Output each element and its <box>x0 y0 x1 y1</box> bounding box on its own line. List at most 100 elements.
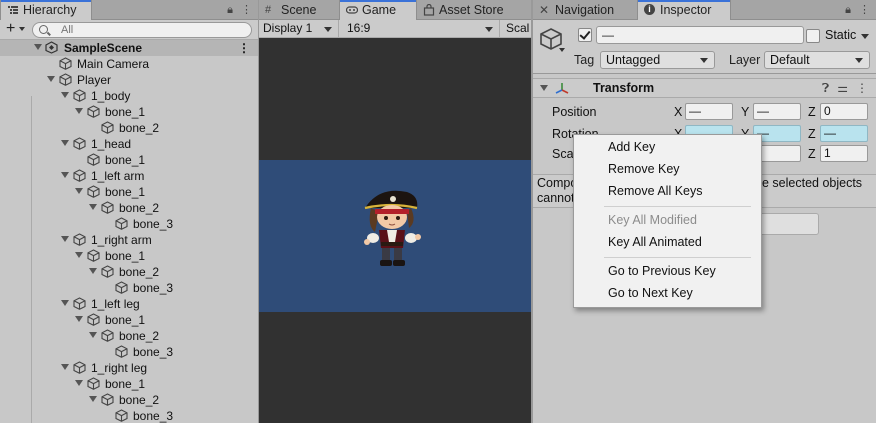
gameobject-cube-icon <box>115 345 128 358</box>
expand-arrow-icon[interactable] <box>89 332 97 338</box>
expand-arrow-icon[interactable] <box>61 364 69 370</box>
hierarchy-item[interactable]: 1_body <box>0 88 258 104</box>
tab-inspector-label: Inspector <box>660 3 712 17</box>
component-controls: ❓︎ ⚌ ⋮ <box>814 81 868 96</box>
add-object-button[interactable]: + <box>6 21 15 37</box>
hierarchy-item[interactable]: bone_3 <box>0 280 258 296</box>
expand-arrow-icon[interactable] <box>75 380 83 386</box>
expand-arrow-icon[interactable] <box>61 92 69 98</box>
expand-arrow-icon[interactable] <box>61 172 69 178</box>
menu-item-key-all-modified: Key All Modified <box>608 213 697 227</box>
expand-arrow-icon[interactable] <box>61 236 69 242</box>
tag-dropdown[interactable]: Untagged <box>600 51 715 69</box>
hierarchy-item[interactable]: 1_left arm <box>0 168 258 184</box>
menu-item-add-key[interactable]: Add Key <box>608 137 655 157</box>
hierarchy-item[interactable]: bone_2 <box>0 200 258 216</box>
gameobject-cube-icon <box>101 329 114 342</box>
axis-z-label: Z <box>808 105 816 119</box>
position-z-field[interactable]: 0 <box>820 103 868 120</box>
gameobject-cube-icon <box>73 361 86 374</box>
tab-scene[interactable]: # Scene <box>259 0 339 20</box>
menu-item-go-previous-key[interactable]: Go to Previous Key <box>608 261 716 281</box>
hierarchy-item[interactable]: Main Camera <box>0 56 258 72</box>
hierarchy-item[interactable]: 1_right leg <box>0 360 258 376</box>
hierarchy-item[interactable]: bone_1 <box>0 376 258 392</box>
scene-menu-icon[interactable]: ⋮ <box>238 40 250 56</box>
display-dropdown[interactable]: Display 1 <box>259 20 339 38</box>
game-viewport[interactable] <box>259 38 531 423</box>
tab-hierarchy[interactable]: Hierarchy <box>0 0 92 21</box>
menu-item-go-next-key[interactable]: Go to Next Key <box>608 283 693 303</box>
keyframe-context-menu: Add Key Remove Key Remove All Keys Key A… <box>573 134 762 308</box>
object-name-field[interactable]: — <box>596 26 804 44</box>
scale-slider-label[interactable]: Scal <box>502 20 531 38</box>
menu-item-key-all-animated[interactable]: Key All Animated <box>608 232 702 252</box>
expand-arrow-icon[interactable] <box>75 188 83 194</box>
hierarchy-search[interactable] <box>32 22 252 38</box>
tab-inspector[interactable]: i Inspector <box>637 0 731 21</box>
kebab-menu-icon[interactable]: ⋮ <box>241 4 252 16</box>
hierarchy-item-label: Main Camera <box>77 57 150 71</box>
hierarchy-item[interactable]: bone_3 <box>0 216 258 232</box>
scene-row[interactable]: SampleScene ⋮ <box>0 40 258 56</box>
expand-arrow-icon[interactable] <box>89 268 97 274</box>
help-icon[interactable]: ❓︎ <box>822 81 829 95</box>
expand-arrow-icon[interactable] <box>61 140 69 146</box>
hierarchy-item[interactable]: bone_2 <box>0 120 258 136</box>
fold-arrow-icon[interactable] <box>540 85 548 91</box>
gameobject-cube-icon <box>73 169 86 182</box>
static-checkbox[interactable] <box>806 29 820 43</box>
tab-game-label: Game <box>362 3 397 17</box>
rotation-z-field[interactable]: — <box>820 125 868 142</box>
kebab-menu-icon[interactable]: ⋮ <box>856 81 868 95</box>
active-checkbox[interactable] <box>578 28 592 42</box>
hierarchy-item[interactable]: bone_1 <box>0 184 258 200</box>
tab-navigation[interactable]: ✕ Navigation <box>533 0 637 20</box>
hierarchy-item[interactable]: bone_1 <box>0 248 258 264</box>
hierarchy-item[interactable]: bone_3 <box>0 408 258 423</box>
hierarchy-item[interactable]: bone_1 <box>0 104 258 120</box>
hierarchy-item[interactable]: bone_1 <box>0 152 258 168</box>
layer-dropdown[interactable]: Default <box>764 51 870 69</box>
scale-z-field[interactable]: 1 <box>820 145 868 162</box>
hierarchy-item[interactable]: 1_head <box>0 136 258 152</box>
hierarchy-item[interactable]: bone_2 <box>0 328 258 344</box>
position-x-field[interactable]: — <box>685 103 733 120</box>
hierarchy-item[interactable]: Player <box>0 72 258 88</box>
transform-header[interactable]: Transform ❓︎ ⚌ ⋮ <box>533 78 876 98</box>
transform-title: Transform <box>593 81 655 95</box>
icon-dropdown-caret-icon[interactable] <box>559 48 565 52</box>
gameobject-cube-icon <box>101 393 114 406</box>
expand-arrow-icon[interactable] <box>75 252 83 258</box>
grid-hash-icon: # <box>265 4 272 16</box>
tab-game[interactable]: Game <box>339 0 417 21</box>
hierarchy-item[interactable]: 1_right arm <box>0 232 258 248</box>
expand-arrow-icon[interactable] <box>75 316 83 322</box>
menu-item-remove-all-keys[interactable]: Remove All Keys <box>608 181 702 201</box>
aspect-dropdown[interactable]: 16:9 <box>343 20 500 38</box>
chevron-down-icon <box>485 27 493 32</box>
expand-arrow-icon[interactable] <box>89 396 97 402</box>
hierarchy-search-input[interactable] <box>61 23 241 37</box>
hierarchy-item[interactable]: 1_left leg <box>0 296 258 312</box>
add-dropdown-caret-icon[interactable] <box>19 27 25 31</box>
expand-arrow-icon[interactable] <box>34 44 42 50</box>
expand-arrow-icon[interactable] <box>89 204 97 210</box>
lock-icon[interactable]: 🔒︎ <box>227 4 233 16</box>
position-y-field[interactable]: — <box>753 103 801 120</box>
expand-arrow-icon[interactable] <box>61 300 69 306</box>
hierarchy-item[interactable]: bone_2 <box>0 392 258 408</box>
expand-arrow-icon[interactable] <box>47 76 55 82</box>
hierarchy-item[interactable]: bone_2 <box>0 264 258 280</box>
lock-icon[interactable]: 🔒︎ <box>845 4 851 16</box>
expand-arrow-icon[interactable] <box>75 108 83 114</box>
hierarchy-item[interactable]: bone_3 <box>0 344 258 360</box>
kebab-menu-icon[interactable]: ⋮ <box>859 4 870 16</box>
hierarchy-panel: Hierarchy 🔒︎ ⋮ + SampleScene <box>0 0 258 423</box>
hierarchy-item[interactable]: bone_1 <box>0 312 258 328</box>
menu-item-remove-key[interactable]: Remove Key <box>608 159 680 179</box>
tab-asset-store[interactable]: Asset Store <box>417 0 531 20</box>
hierarchy-list-icon <box>8 6 18 14</box>
presets-sliders-icon[interactable]: ⚌ <box>837 81 848 95</box>
static-dropdown-caret-icon[interactable] <box>861 34 869 39</box>
